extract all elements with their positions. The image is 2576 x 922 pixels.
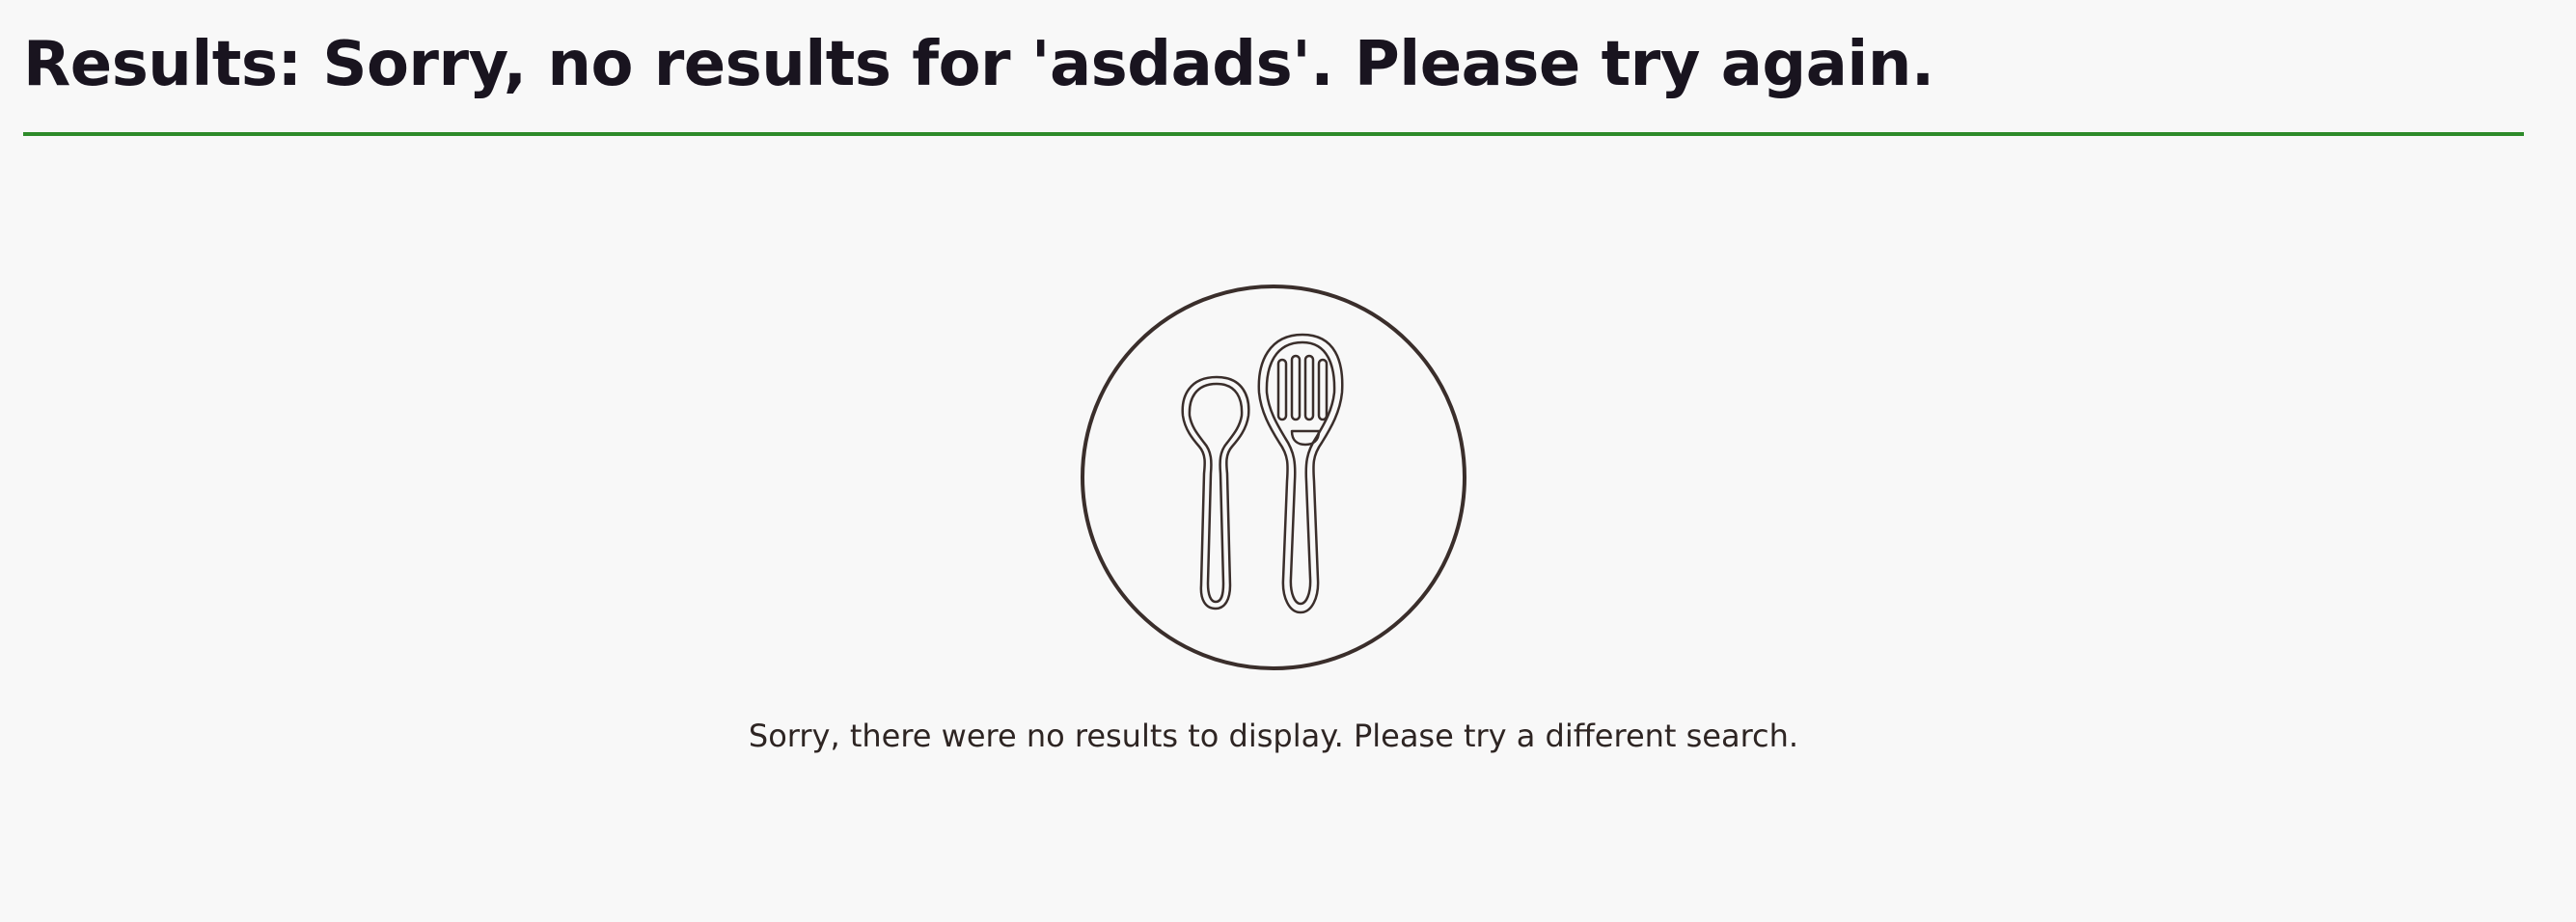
spoon-and-slotted-spoon-icon	[1081, 285, 1466, 670]
title-divider	[23, 132, 2524, 136]
empty-state: Sorry, there were no results to display.…	[0, 285, 2547, 786]
empty-state-message: Sorry, there were no results to display.…	[748, 718, 1799, 754]
page-title: Results: Sorry, no results for 'asdads'.…	[23, 29, 1934, 100]
